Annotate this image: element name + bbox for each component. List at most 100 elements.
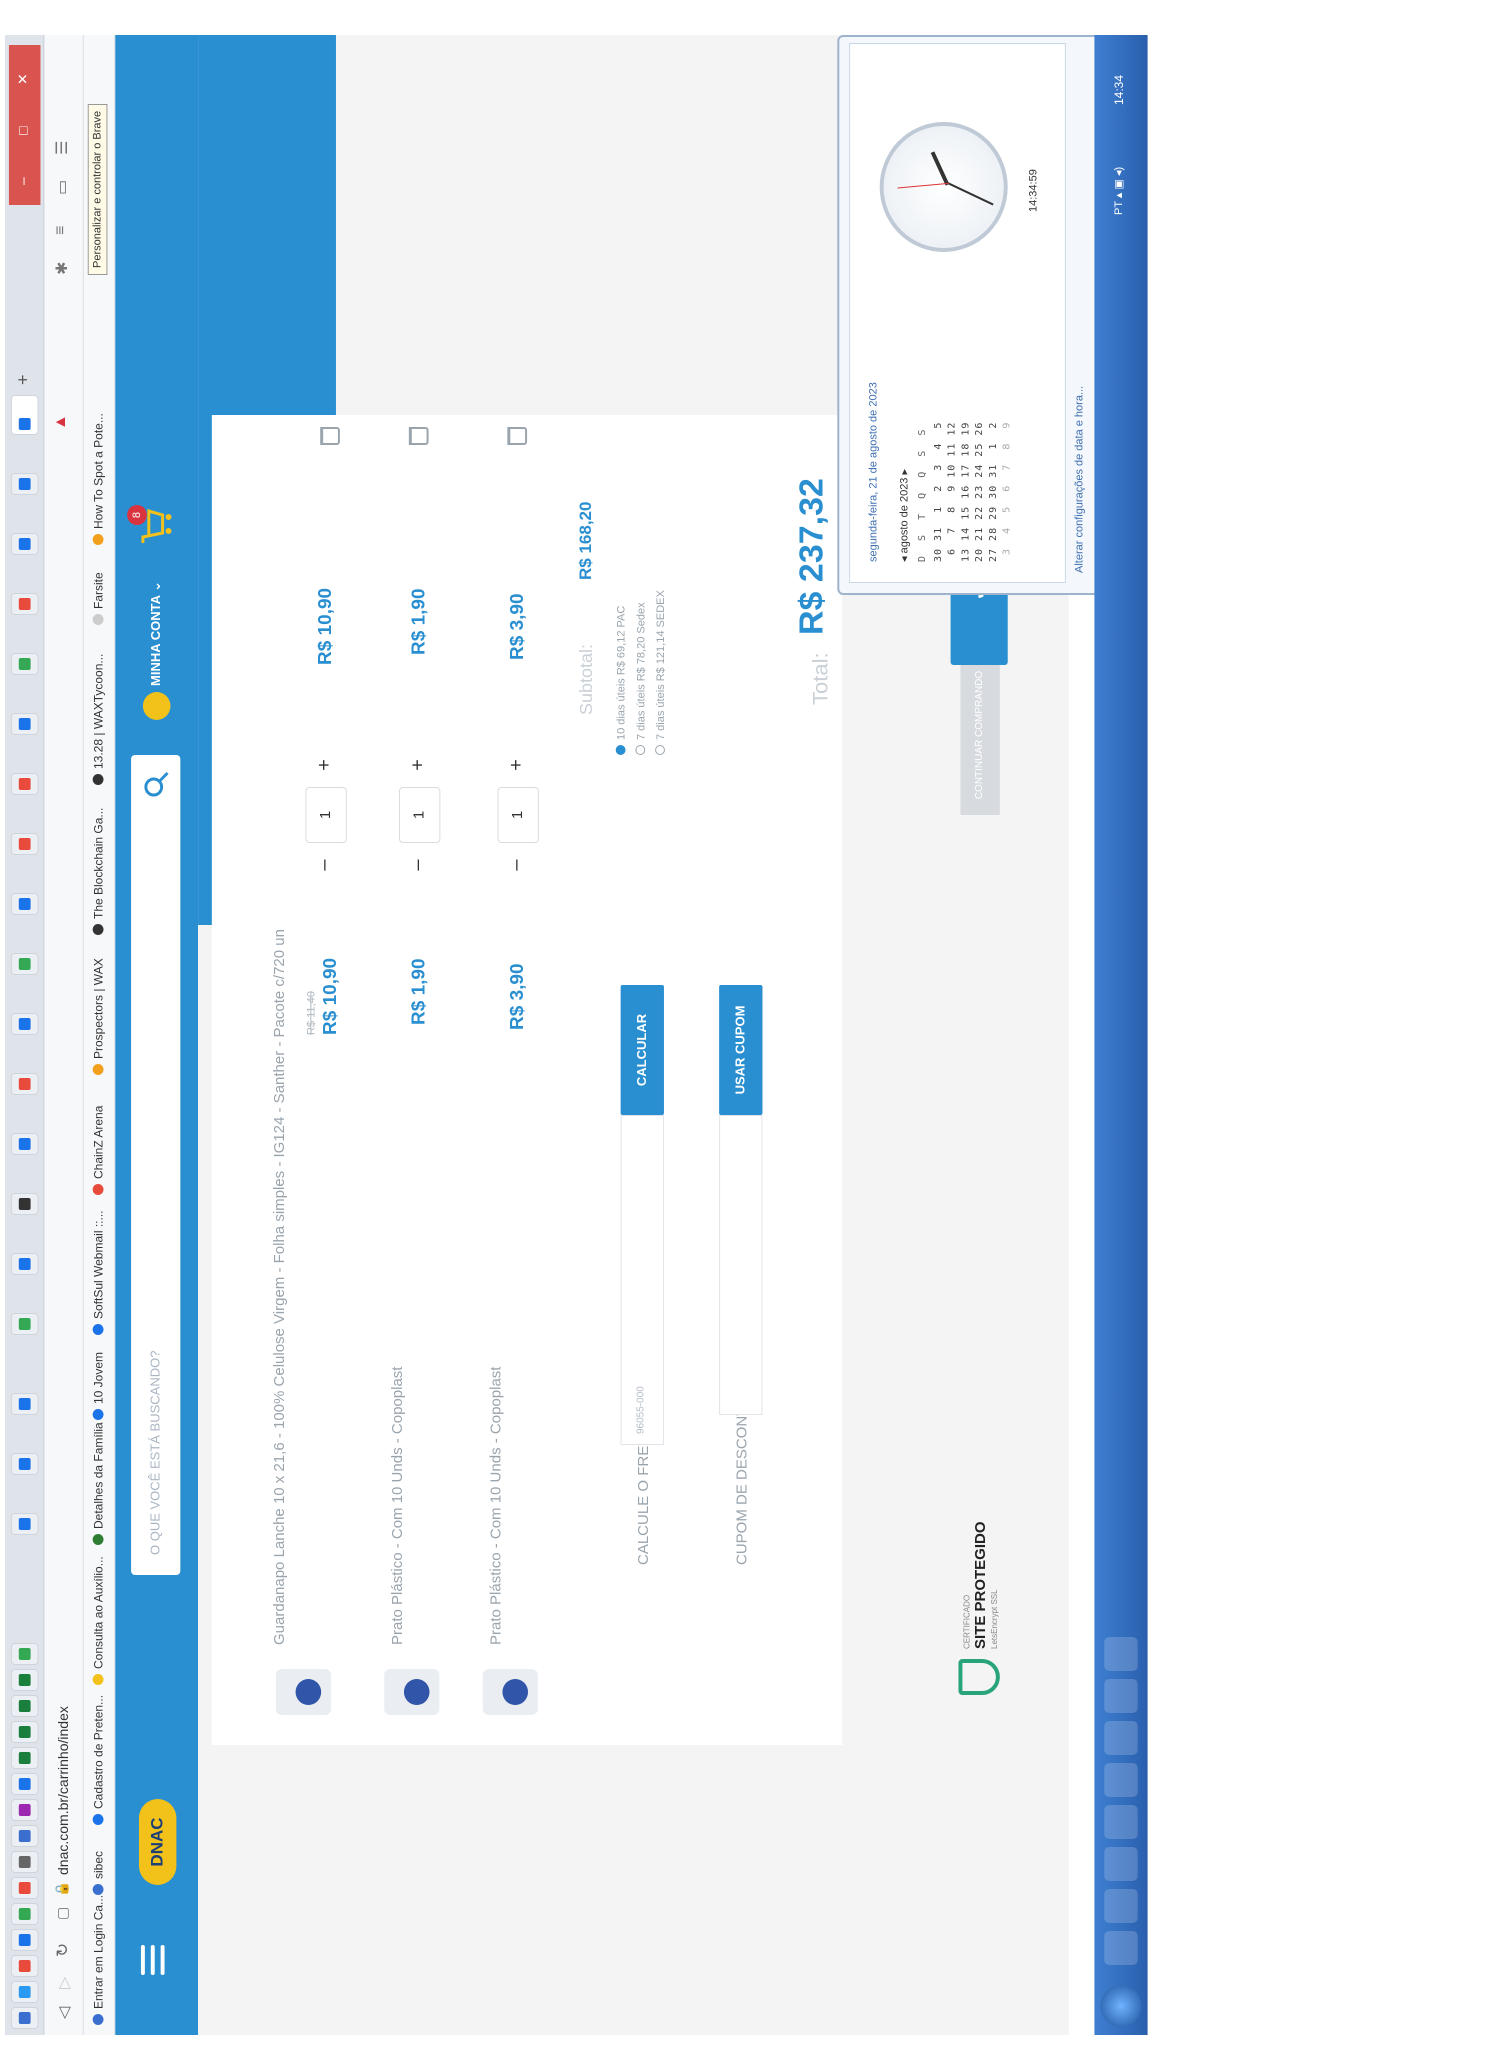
shipping-field[interactable]: 96055-000 (620, 1115, 664, 1445)
coupon-field[interactable] (719, 1115, 763, 1415)
maximize-icon[interactable]: □ (15, 127, 31, 135)
brave-shield-icon[interactable]: ▲ (52, 414, 70, 430)
increase-qty-button[interactable]: + (313, 755, 336, 775)
browser-tab[interactable] (10, 773, 39, 795)
back-icon[interactable]: ◁ (54, 2007, 74, 2019)
taskbar-app-icon[interactable] (1104, 1763, 1138, 1797)
browser-tab[interactable] (10, 533, 39, 555)
change-datetime-link[interactable]: Alterar configurações de data e hora... (1074, 386, 1086, 573)
browser-tab[interactable] (10, 713, 39, 735)
browser-tab[interactable] (10, 1695, 39, 1717)
browser-tab[interactable] (10, 1253, 39, 1275)
browser-tab[interactable] (10, 833, 39, 855)
qty-input[interactable]: 1 (497, 787, 539, 843)
browser-tab[interactable] (10, 1799, 39, 1821)
shipping-option[interactable]: 10 dias úteis R$ 69,12 PAC (615, 606, 628, 755)
decrease-qty-button[interactable]: – (505, 855, 528, 875)
site-logo[interactable]: DNAC (138, 1799, 177, 1885)
taskbar-app-icon[interactable] (1104, 1889, 1138, 1923)
search-icon[interactable] (142, 769, 172, 799)
reload-icon[interactable]: ↻ (53, 1943, 73, 1957)
calendar-row[interactable]: 27 28 29 30 31 1 2 (988, 422, 999, 562)
continue-shopping-button[interactable]: CONTINUAR COMPRANDO (960, 655, 1000, 815)
wallet-icon[interactable]: ▭ (52, 180, 72, 195)
url-text[interactable]: dnac.com.br/carrinho/index (55, 1706, 71, 1875)
bookmark-item[interactable]: 10 Jovem (92, 1352, 105, 1420)
calendar-row[interactable]: 30 31 1 2 3 4 5 (933, 422, 944, 562)
language-indicator[interactable]: PT (1113, 201, 1125, 215)
browser-tab[interactable] (10, 893, 39, 915)
browser-tab[interactable] (10, 1643, 39, 1665)
increase-qty-button[interactable]: + (407, 755, 430, 775)
product-name[interactable]: Prato Plástico - Com 10 Unds - Copoplast (389, 1367, 406, 1645)
menu-icon[interactable]: ☰ (52, 141, 72, 155)
browser-tab[interactable] (10, 653, 39, 675)
product-image[interactable] (482, 1669, 538, 1715)
taskbar-clock[interactable]: 14:34 (1112, 75, 1126, 105)
shipping-option[interactable]: 7 dias úteis R$ 121,14 SEDEX (655, 590, 667, 755)
product-name[interactable]: Prato Plástico - Com 10 Unds - Copoplast (488, 1367, 505, 1645)
browser-tab[interactable] (10, 1721, 39, 1743)
trash-icon[interactable] (408, 427, 429, 445)
taskbar-app-icon[interactable] (1104, 1805, 1138, 1839)
active-tab[interactable] (10, 395, 39, 435)
browser-tab[interactable] (10, 1073, 39, 1095)
bookmark-item[interactable]: sibec (92, 1851, 105, 1895)
taskbar-app-icon[interactable] (1104, 1847, 1138, 1881)
taskbar-app-icon[interactable] (1104, 1931, 1138, 1965)
system-tray[interactable]: PT ▴ ▣ ◂) (1112, 167, 1125, 215)
decrease-qty-button[interactable]: – (407, 855, 430, 875)
calendar-row[interactable]: 20 21 22 23 24 25 26 (974, 422, 985, 562)
browser-tab[interactable] (10, 1669, 39, 1691)
browser-tab[interactable] (10, 1955, 39, 1977)
calendar-date-line[interactable]: segunda-feira, 21 de agosto de 2023 (868, 382, 880, 562)
browser-tab[interactable] (10, 1133, 39, 1155)
search-input[interactable]: O QUE VOCÊ ESTÁ BUSCANDO? (131, 755, 181, 1575)
calendar-row[interactable]: 3 4 5 6 7 8 9 (1002, 422, 1013, 562)
browser-tab[interactable] (10, 473, 39, 495)
browser-tab[interactable] (10, 1513, 39, 1535)
browser-tab[interactable] (10, 1193, 39, 1215)
playlist-icon[interactable]: ≡ (52, 226, 70, 235)
trash-icon[interactable] (320, 427, 340, 445)
calculate-shipping-button[interactable]: CALCULAR (620, 985, 664, 1115)
bookmark-item[interactable]: Cadastro de Preten... (92, 1695, 105, 1825)
shipping-option[interactable]: 7 dias úteis R$ 78,20 Sedex (635, 602, 647, 755)
browser-tab[interactable] (10, 1453, 39, 1475)
account-menu[interactable]: MINHA CONTA ⌄ (142, 581, 171, 720)
browser-tab[interactable] (10, 1981, 39, 2003)
bookmark-item[interactable]: Consulta ao Auxílio... (92, 1556, 105, 1685)
new-tab-button[interactable]: + (13, 374, 34, 385)
qty-input[interactable]: 1 (305, 787, 347, 843)
bookmark-item[interactable]: Farsite (92, 572, 105, 625)
bookmark-item[interactable]: Entrar em Login Ca... (92, 1895, 105, 2025)
taskbar-app-icon[interactable] (1104, 1679, 1138, 1713)
product-image[interactable] (275, 1669, 332, 1715)
browser-tab[interactable] (10, 1313, 39, 1335)
browser-tab[interactable] (10, 1851, 39, 1873)
browser-tab[interactable] (10, 1825, 39, 1847)
browser-tab[interactable] (10, 593, 39, 615)
browser-tab[interactable] (10, 1877, 39, 1899)
bookmark-item[interactable]: The Blockchain Ga... (92, 808, 105, 935)
browser-tab[interactable] (10, 1393, 39, 1415)
browser-tab[interactable] (10, 1773, 39, 1795)
increase-qty-button[interactable]: + (505, 755, 528, 775)
calendar-row[interactable]: 6 7 8 9 10 11 12 (947, 422, 958, 562)
apply-coupon-button[interactable]: USAR CUPOM (719, 985, 763, 1115)
browser-tab[interactable] (10, 1903, 39, 1925)
start-button[interactable] (1100, 1985, 1142, 2027)
decrease-qty-button[interactable]: – (313, 855, 336, 875)
calendar-row[interactable]: 13 14 15 16 17 18 19 (960, 422, 971, 562)
browser-tab[interactable] (10, 1013, 39, 1035)
bookmark-item[interactable]: ChainZ Arena (92, 1106, 105, 1195)
product-image[interactable] (384, 1669, 440, 1715)
bookmark-icon[interactable]: ▢ (54, 1907, 71, 1920)
browser-tab[interactable] (10, 1747, 39, 1769)
close-icon[interactable]: ✕ (15, 73, 32, 85)
bookmark-item[interactable]: 13.28 | WAXTycoon... (92, 654, 105, 785)
browser-tab[interactable] (10, 953, 39, 975)
trash-icon[interactable] (507, 427, 528, 445)
minimize-icon[interactable]: – (15, 177, 31, 185)
bookmark-item[interactable]: SoftSul Webmail ::... (92, 1211, 105, 1335)
